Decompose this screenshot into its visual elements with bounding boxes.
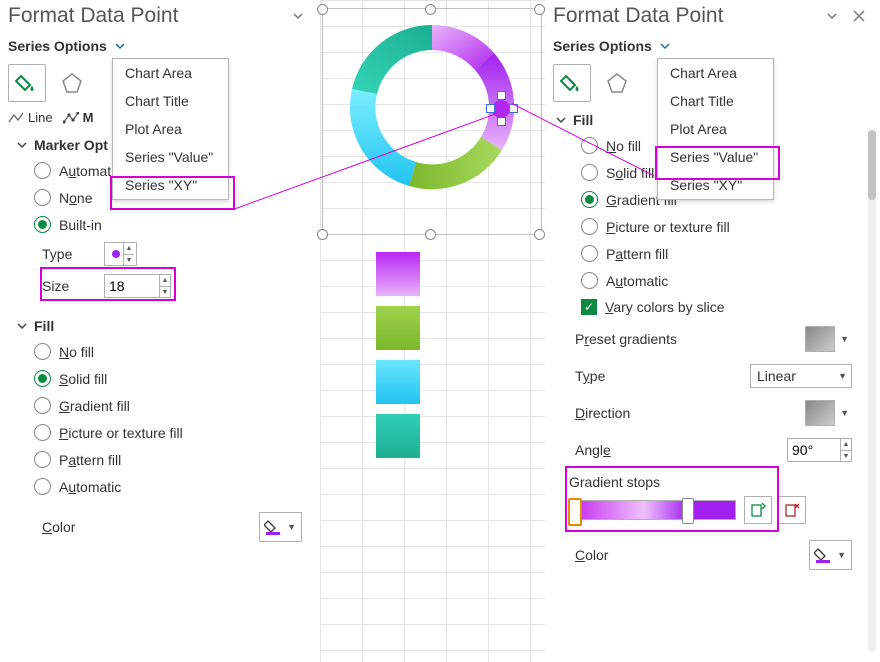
format-toolbar: Chart Area Chart Title Plot Area Series … [545,60,880,108]
collapse-icon[interactable] [284,6,312,26]
dropdown-item-series-value[interactable]: Series "Value" [113,143,228,171]
marker-size-row: Size ▲▼ [0,270,320,302]
line-icon [8,112,24,124]
dropdown-item-chart-area[interactable]: Chart Area [113,59,228,87]
radio-gradient-fill[interactable]: Gradient fill [0,392,320,419]
size-spinner[interactable]: ▲▼ [159,275,170,298]
pane-header: Format Data Point [0,0,320,36]
dropdown-item-series-xy[interactable]: Series "XY" [658,171,773,199]
selection-handle[interactable] [534,229,545,240]
chevron-down-icon [16,320,28,332]
remove-gradient-stop-button[interactable] [778,496,806,524]
pane-header: Format Data Point [545,0,880,36]
format-toolbar: Chart Area Chart Title Plot Area Series … [0,60,320,108]
color-swatch-cyan [376,360,420,404]
angle-spinner[interactable]: ▲▼ [840,439,851,462]
radio-icon [34,162,51,179]
radio-builtin[interactable]: Built-in [0,211,320,238]
radio-icon [34,189,51,206]
gradient-color-row: Color ▼ [547,530,880,576]
dropdown-item-chart-area[interactable]: Chart Area [658,59,773,87]
gradient-color-button[interactable]: ▼ [809,540,852,570]
series-options-dropdown-right: Chart Area Chart Title Plot Area Series … [657,58,774,200]
selection-handle[interactable] [317,4,328,15]
dropdown-item-series-xy[interactable]: Series "XY" [113,171,228,199]
marker-type-row: Type ▲▼ [0,238,320,270]
color-swatch-teal [376,414,420,458]
gradient-stop-handle[interactable] [682,498,694,524]
gradient-direction-row: Direction ▼ [547,394,880,432]
dropdown-item-plot-area[interactable]: Plot Area [658,115,773,143]
pane-title: Format Data Point [8,4,284,28]
fill-bucket-icon [814,546,832,564]
tab-marker[interactable]: M [63,110,94,125]
dropdown-item-series-value[interactable]: Series "Value" [658,143,773,171]
close-icon[interactable] [846,7,872,25]
checkbox-icon: ✓ [581,299,597,315]
marker-handle[interactable] [486,104,495,113]
checkbox-vary-colors[interactable]: ✓ Vary colors by slice [547,294,880,320]
series-options-label[interactable]: Series Options [0,36,320,60]
chevron-down-icon [113,39,127,53]
effects-icon[interactable] [599,65,635,101]
preset-gradients-row: Preset gradients ▼ [547,320,880,358]
color-swatch-green [376,306,420,350]
gradient-stop-handle[interactable] [568,498,582,526]
dropdown-item-plot-area[interactable]: Plot Area [113,115,228,143]
add-gradient-stop-button[interactable] [744,496,772,524]
marker-color-row: Color ▼ [0,500,320,548]
scrollbar-thumb[interactable] [868,130,876,200]
gradient-type-dropdown[interactable]: Linear▼ [750,364,852,388]
circle-marker-icon [109,247,123,261]
marker-size-input[interactable]: ▲▼ [104,274,171,298]
marker-type-selector[interactable]: ▲▼ [104,242,137,266]
scrollbar[interactable] [868,130,876,652]
marker-color-button[interactable]: ▼ [259,512,302,542]
gradient-direction-button[interactable] [805,400,835,426]
collapse-icon[interactable] [818,6,846,26]
radio-icon [34,216,51,233]
selection-handle[interactable] [534,4,545,15]
radio-picture-fill[interactable]: Picture or texture fill [547,213,880,240]
angle-input[interactable]: ▲▼ [787,438,852,462]
series-options-dropdown-left: Chart Area Chart Title Plot Area Series … [112,58,229,200]
pane-title: Format Data Point [553,4,818,28]
dropdown-item-chart-title[interactable]: Chart Title [113,87,228,115]
chart-canvas [320,0,545,662]
gradient-stops-section: Gradient stops [547,468,880,530]
radio-solid-fill[interactable]: Solid fill [0,365,320,392]
chevron-down-icon [658,39,672,53]
format-data-point-pane-right: Format Data Point Series Options Chart A… [545,0,880,662]
radio-pattern-fill[interactable]: Pattern fill [547,240,880,267]
radio-auto-fill[interactable]: Automatic [547,267,880,294]
marker-icon [63,112,79,124]
radio-pattern-fill[interactable]: Pattern fill [0,446,320,473]
radio-auto-fill[interactable]: Automatic [0,473,320,500]
radio-no-fill[interactable]: No fill [0,338,320,365]
marker-handle[interactable] [497,117,506,126]
fill-and-line-icon[interactable] [553,64,591,102]
gradient-stops-track[interactable] [569,500,736,520]
marker-handle[interactable] [497,91,506,100]
series-options-label[interactable]: Series Options [545,36,880,60]
gradient-stops-label: Gradient stops [569,474,860,496]
format-data-point-pane-left: Format Data Point Series Options Chart A… [0,0,320,662]
gradient-angle-row: Angle ▲▼ [547,432,880,468]
dropdown-item-chart-title[interactable]: Chart Title [658,87,773,115]
fill-and-line-icon[interactable] [8,64,46,102]
tab-line[interactable]: Line [8,110,53,125]
chevron-down-icon [16,139,28,151]
chevron-down-icon [555,114,567,126]
selection-handle[interactable] [317,229,328,240]
selection-handle[interactable] [425,229,436,240]
fill-header-left[interactable]: Fill [0,302,320,338]
preset-gradients-button[interactable] [805,326,835,352]
effects-icon[interactable] [54,65,90,101]
radio-picture-fill[interactable]: Picture or texture fill [0,419,320,446]
fill-bucket-icon [264,518,282,536]
gradient-type-row: Type Linear▼ [547,358,880,394]
color-swatch-purple [376,252,420,296]
